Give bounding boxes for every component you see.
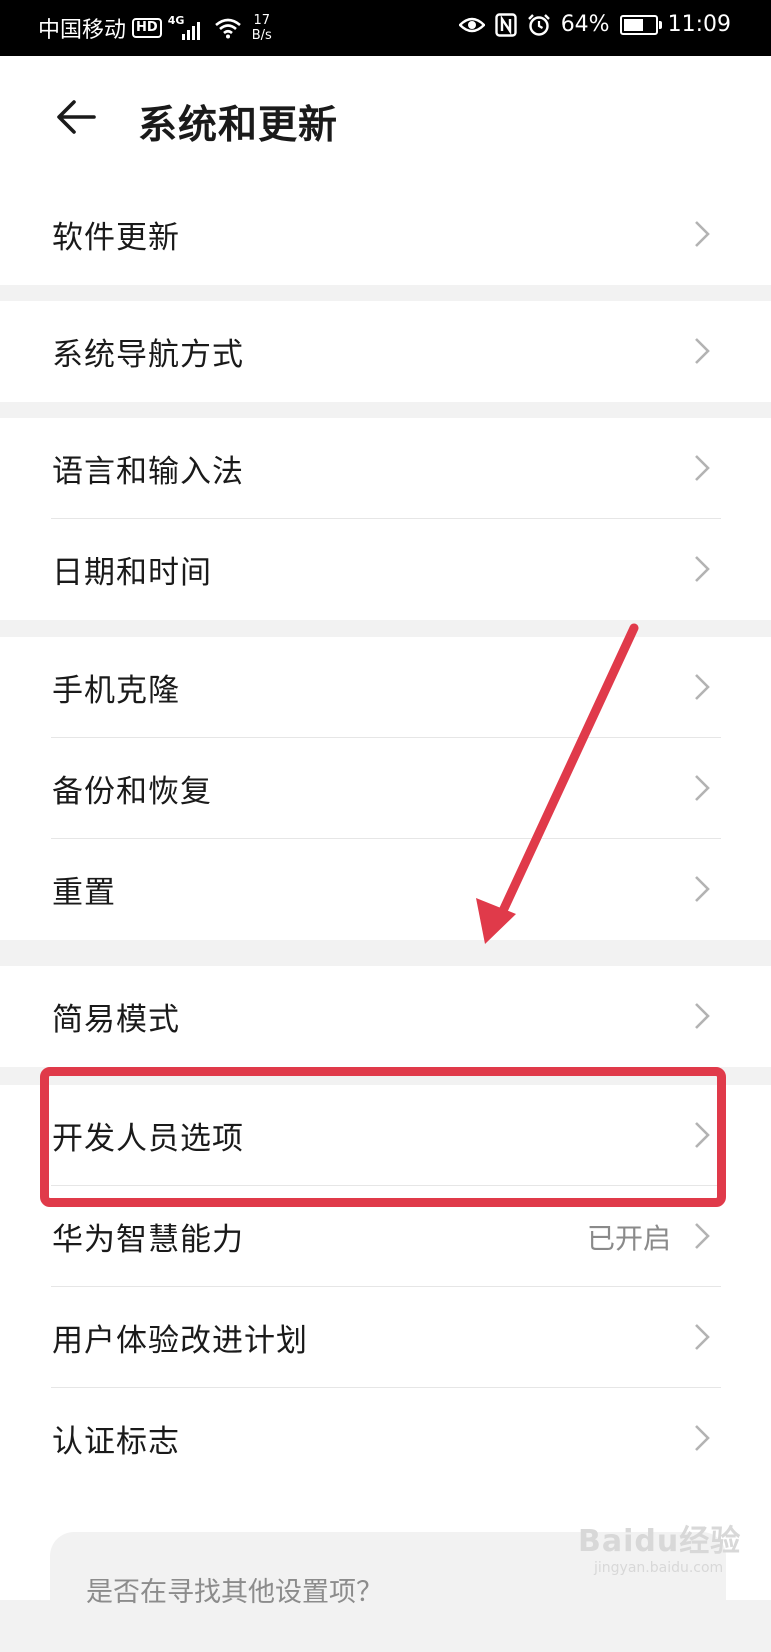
battery-icon (619, 14, 662, 35)
certification-logos-item[interactable]: 认证标志 (0, 1388, 771, 1489)
watermark-url: jingyan.baidu.com (594, 1560, 724, 1576)
item-status: 已开启 (586, 1221, 671, 1255)
carrier-name: 中国移动 (38, 18, 127, 43)
network-speed: 17 B/s (251, 13, 272, 43)
search-suggestion-text: 是否在寻找其他设置项？ (86, 1577, 383, 1608)
battery-percent: 64% (560, 12, 610, 37)
chevron-right-icon (695, 556, 710, 582)
item-label: 用户体验改进计划 (52, 1323, 308, 1359)
item-label: 日期和时间 (52, 555, 212, 591)
chevron-right-icon (695, 876, 710, 902)
language-input-item[interactable]: 语言和输入法 (0, 418, 771, 519)
chevron-right-icon (695, 1223, 710, 1249)
software-update-item[interactable]: 软件更新 (0, 184, 771, 285)
signal-icon: 4G (168, 14, 208, 42)
item-label: 简易模式 (52, 1002, 180, 1038)
chevron-right-icon (695, 1324, 710, 1350)
watermark-logo: Baidu经验 (578, 1524, 742, 1559)
back-arrow-icon[interactable] (52, 92, 102, 142)
chevron-right-icon (695, 775, 710, 801)
app-header: 系统和更新 (0, 56, 771, 184)
chevron-right-icon (695, 674, 710, 700)
settings-group-backup: 手机克隆 备份和恢复 重置 (0, 637, 771, 940)
chevron-right-icon (695, 221, 710, 247)
status-bar: 中国移动 HD 4G 17 B/s 64% 11:09 (0, 0, 771, 56)
item-label: 语言和输入法 (52, 454, 244, 490)
item-label: 备份和恢复 (52, 774, 212, 810)
chevron-right-icon (695, 455, 710, 481)
simple-mode-item[interactable]: 简易模式 (0, 966, 771, 1067)
chevron-right-icon (695, 1425, 710, 1451)
phone-clone-item[interactable]: 手机克隆 (0, 637, 771, 738)
item-label: 华为智慧能力 (52, 1222, 244, 1258)
clock: 11:09 (667, 12, 731, 37)
settings-group-update: 软件更新 (0, 184, 771, 285)
item-label: 系统导航方式 (52, 337, 244, 373)
reset-item[interactable]: 重置 (0, 839, 771, 940)
user-experience-item[interactable]: 用户体验改进计划 (0, 1287, 771, 1388)
chevron-right-icon (695, 1003, 710, 1029)
item-label: 重置 (52, 875, 116, 911)
backup-restore-item[interactable]: 备份和恢复 (0, 738, 771, 839)
nfc-icon (494, 12, 517, 37)
chevron-right-icon (695, 338, 710, 364)
item-label: 认证标志 (52, 1424, 180, 1460)
settings-group-language-time: 语言和输入法 日期和时间 (0, 418, 771, 620)
alarm-icon (527, 13, 550, 36)
wifi-icon (214, 18, 241, 39)
system-navigation-item[interactable]: 系统导航方式 (0, 301, 771, 402)
item-label: 软件更新 (52, 220, 180, 256)
page-title: 系统和更新 (138, 103, 339, 148)
eye-comfort-icon (458, 17, 485, 32)
item-label: 手机克隆 (52, 673, 180, 709)
hd-badge: HD (132, 18, 162, 38)
date-time-item[interactable]: 日期和时间 (0, 519, 771, 620)
settings-group-navigation: 系统导航方式 (0, 301, 771, 402)
highlight-box (40, 1067, 726, 1207)
settings-group-simple-mode: 简易模式 (0, 966, 771, 1067)
